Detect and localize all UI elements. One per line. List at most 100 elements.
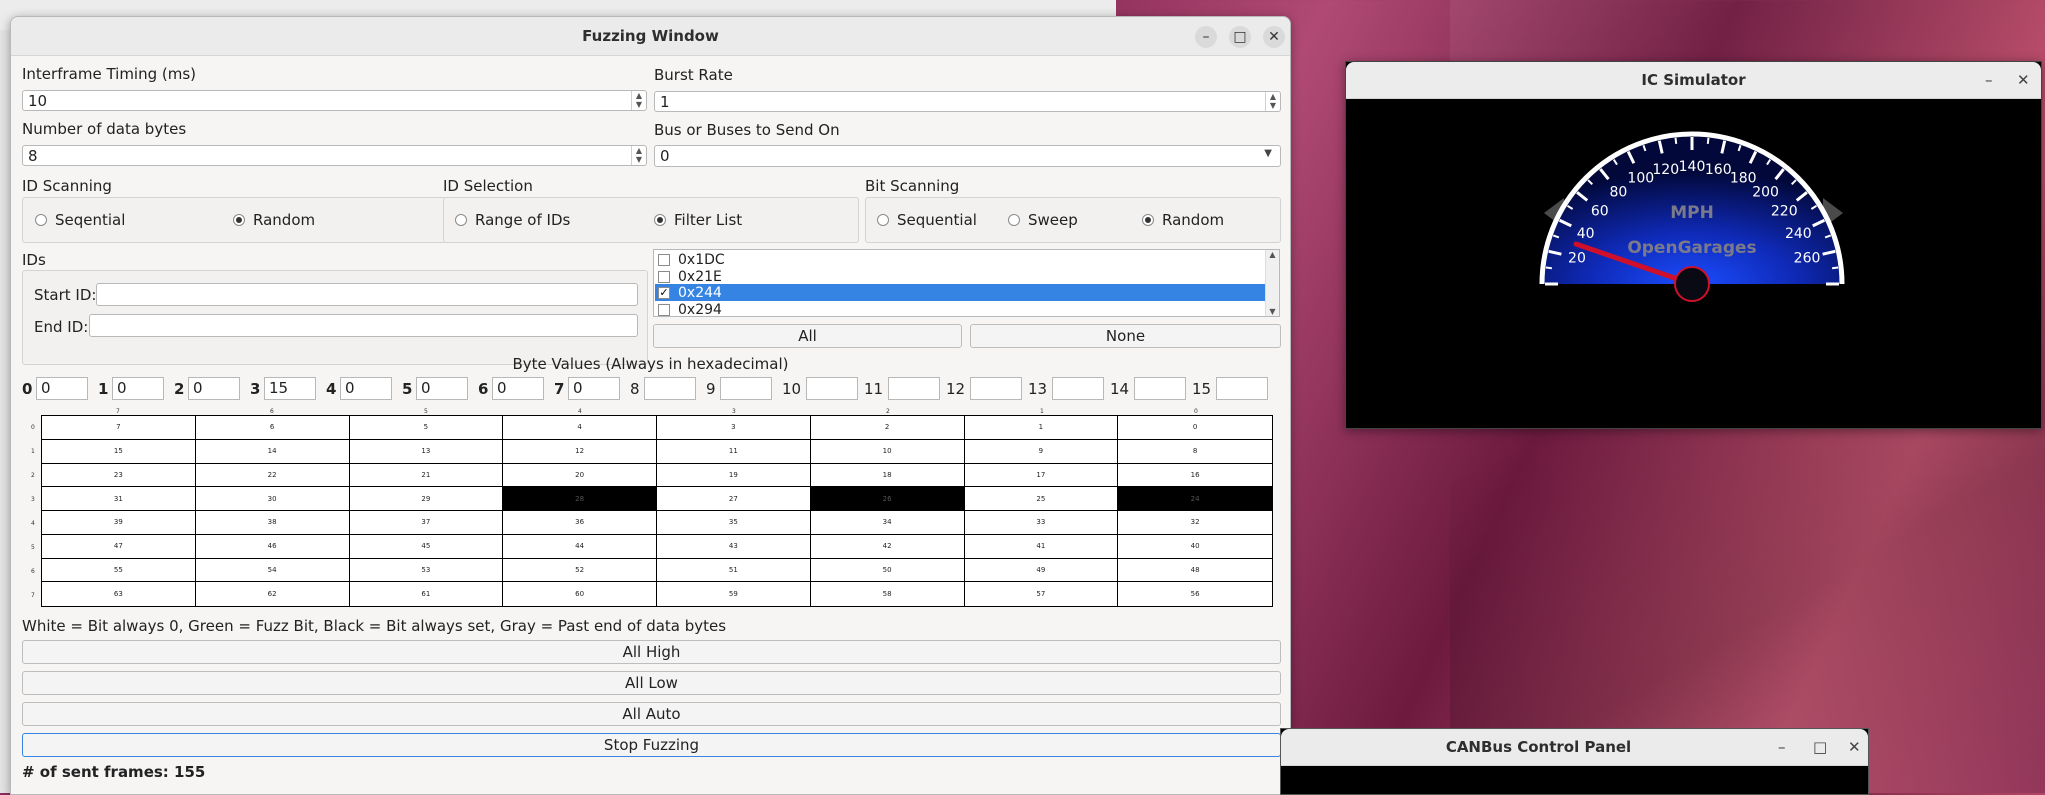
minimize-icon[interactable]: –: [1778, 738, 1786, 756]
bit-cell[interactable]: 50: [810, 558, 965, 583]
bit-cell[interactable]: 45: [349, 534, 504, 559]
bit-cell[interactable]: 55: [42, 558, 196, 583]
bit-cell[interactable]: 13: [349, 439, 504, 464]
burst-rate-spinbox[interactable]: 1 ▲ ▼: [654, 91, 1281, 112]
list-item-selected[interactable]: ✓ 0x244: [655, 284, 1265, 301]
bit-cell[interactable]: 10: [810, 439, 965, 464]
bit-cell[interactable]: 53: [349, 558, 504, 583]
all-high-button[interactable]: All High: [22, 640, 1281, 664]
bit-cell[interactable]: 48: [1118, 558, 1272, 583]
canbus-control-panel-titlebar[interactable]: CANBus Control Panel – □ ✕: [1281, 729, 1868, 766]
bit-cell[interactable]: 54: [195, 558, 350, 583]
byte-value-input[interactable]: 0: [188, 377, 240, 400]
spin-arrows-icon[interactable]: ▲ ▼: [631, 146, 646, 165]
bit-cell[interactable]: 52: [503, 558, 657, 583]
all-low-button[interactable]: All Low: [22, 671, 1281, 695]
byte-value-input[interactable]: [1052, 377, 1104, 400]
minimize-icon[interactable]: –: [1195, 26, 1217, 48]
scroll-up-icon[interactable]: ▲: [1266, 250, 1279, 259]
bit-cell[interactable]: 24: [1118, 487, 1272, 511]
minimize-icon[interactable]: –: [1985, 71, 1993, 89]
byte-value-input[interactable]: 15: [264, 377, 316, 400]
list-item[interactable]: 0x21E: [655, 268, 1265, 285]
bit-cell[interactable]: 39: [42, 511, 196, 535]
bit-cell[interactable]: 46: [195, 534, 350, 559]
byte-value-input[interactable]: 0: [340, 377, 392, 400]
list-item[interactable]: 0x294: [655, 301, 1265, 316]
all-button[interactable]: All: [653, 324, 962, 348]
bit-scanning-sequential-radio[interactable]: Sequential: [877, 211, 977, 229]
id-scanning-random-radio[interactable]: Random: [233, 211, 315, 229]
bit-cell[interactable]: 8: [1118, 439, 1272, 464]
bit-cell[interactable]: 5: [349, 416, 504, 440]
ic-simulator-titlebar[interactable]: IC Simulator – ✕: [1346, 62, 2041, 99]
interframe-spinbox[interactable]: 10 ▲ ▼: [22, 90, 647, 111]
checkbox-icon[interactable]: [658, 270, 670, 283]
bit-cell[interactable]: 6: [195, 416, 350, 440]
start-id-input[interactable]: [96, 283, 638, 306]
num-bytes-spinbox[interactable]: 8 ▲ ▼: [22, 145, 647, 166]
maximize-icon[interactable]: □: [1229, 26, 1251, 48]
end-id-input[interactable]: [89, 314, 638, 337]
id-selection-filter-radio[interactable]: Filter List: [654, 211, 742, 229]
bit-cell[interactable]: 25: [964, 487, 1119, 511]
bit-cell[interactable]: 40: [1118, 534, 1272, 559]
bit-cell[interactable]: 33: [964, 511, 1119, 535]
scroll-down-icon[interactable]: ▼: [1266, 307, 1279, 316]
byte-value-input[interactable]: [806, 377, 858, 400]
bit-cell[interactable]: 34: [810, 511, 965, 535]
bit-cell[interactable]: 30: [195, 487, 350, 511]
list-item[interactable]: 0x1DC: [655, 251, 1265, 268]
bit-cell[interactable]: 57: [964, 582, 1119, 606]
bit-scanning-random-radio[interactable]: Random: [1142, 211, 1224, 229]
byte-value-input[interactable]: [970, 377, 1022, 400]
bit-cell[interactable]: 31: [42, 487, 196, 511]
byte-value-input[interactable]: [888, 377, 940, 400]
bit-cell[interactable]: 32: [1118, 511, 1272, 535]
close-icon[interactable]: ✕: [1263, 26, 1285, 48]
all-auto-button[interactable]: All Auto: [22, 702, 1281, 726]
byte-value-input[interactable]: 0: [568, 377, 620, 400]
close-icon[interactable]: ✕: [2017, 71, 2030, 89]
bit-cell[interactable]: 21: [349, 463, 504, 488]
bit-cell[interactable]: 51: [657, 558, 811, 583]
bit-scanning-sweep-radio[interactable]: Sweep: [1008, 211, 1078, 229]
bit-cell[interactable]: 49: [964, 558, 1119, 583]
bit-cell[interactable]: 43: [657, 534, 811, 559]
bit-cell[interactable]: 17: [964, 463, 1119, 488]
byte-value-input[interactable]: [1216, 377, 1268, 400]
bit-cell[interactable]: 62: [195, 582, 350, 606]
id-selection-range-radio[interactable]: Range of IDs: [455, 211, 570, 229]
checkbox-icon[interactable]: [658, 303, 670, 316]
checkbox-icon[interactable]: [658, 253, 670, 266]
bit-cell[interactable]: 1: [964, 416, 1119, 440]
maximize-icon[interactable]: □: [1813, 738, 1827, 756]
bit-cell[interactable]: 63: [42, 582, 196, 606]
bit-cell[interactable]: 59: [657, 582, 811, 606]
filter-id-list[interactable]: 0x1DC 0x21E ✓ 0x244 0x294 ▲ ▼: [653, 249, 1280, 317]
id-scanning-sequential-radio[interactable]: Seqential: [35, 211, 125, 229]
bit-cell[interactable]: 2: [810, 416, 965, 440]
bit-cell[interactable]: 35: [657, 511, 811, 535]
bit-cell[interactable]: 58: [810, 582, 965, 606]
bit-grid[interactable]: 7 6 5 4 3 2 1 0 15 14 13 12 11 10 9 8 23 22 21 20 19 18 17 16 31…: [41, 415, 1273, 607]
bus-select[interactable]: 0 ▼: [654, 145, 1281, 167]
bit-cell[interactable]: 42: [810, 534, 965, 559]
bit-cell[interactable]: 4: [503, 416, 657, 440]
spin-arrows-icon[interactable]: ▲ ▼: [631, 91, 646, 110]
fuzzing-window-titlebar[interactable]: Fuzzing Window – □ ✕: [11, 17, 1290, 56]
bit-cell[interactable]: 29: [349, 487, 504, 511]
bit-cell[interactable]: 61: [349, 582, 504, 606]
bit-cell[interactable]: 38: [195, 511, 350, 535]
stop-fuzzing-button[interactable]: Stop Fuzzing: [22, 733, 1281, 757]
bit-cell[interactable]: 22: [195, 463, 350, 488]
bit-cell[interactable]: 9: [964, 439, 1119, 464]
byte-value-input[interactable]: 0: [112, 377, 164, 400]
list-scrollbar[interactable]: ▲ ▼: [1265, 250, 1279, 316]
bit-cell[interactable]: 60: [503, 582, 657, 606]
byte-value-input[interactable]: [644, 377, 696, 400]
byte-value-input[interactable]: 0: [492, 377, 544, 400]
bit-cell[interactable]: 18: [810, 463, 965, 488]
bit-cell[interactable]: 16: [1118, 463, 1272, 488]
bit-cell[interactable]: 41: [964, 534, 1119, 559]
